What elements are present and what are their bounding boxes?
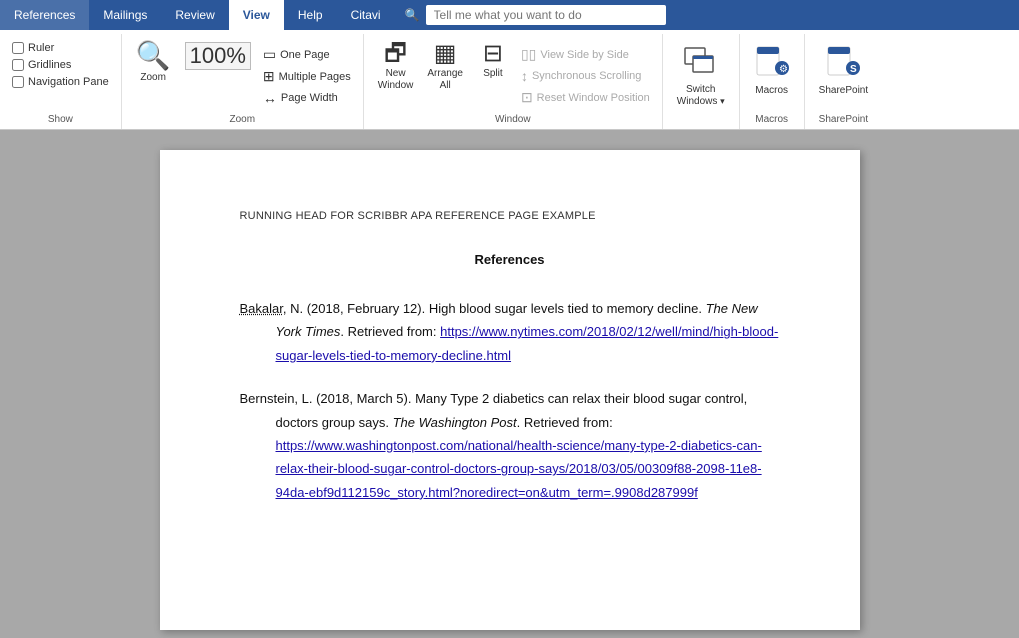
show-group-label: Show xyxy=(48,110,73,125)
page-view-buttons: ▭ One Page ⊞ Multiple Pages ↔ Page Width xyxy=(259,42,355,110)
tab-view[interactable]: View xyxy=(229,0,284,30)
sharepoint-button[interactable]: S SharePoint xyxy=(813,38,874,101)
doc-title: References xyxy=(240,252,780,267)
window-group-label: Window xyxy=(495,110,531,125)
para-bakalar: Bakalar, N. (2018, February 12). High bl… xyxy=(240,297,780,367)
nav-pane-check[interactable] xyxy=(12,76,24,88)
tab-help[interactable]: Help xyxy=(284,0,337,30)
tab-mailings[interactable]: Mailings xyxy=(89,0,161,30)
ribbon: Ruler Gridlines Navigation Pane Show 🔍 Z… xyxy=(0,30,1019,130)
group-window: 🗗 NewWindow ▦ ArrangeAll ⊟ Split ▯▯ View… xyxy=(364,34,663,129)
svg-text:S: S xyxy=(850,64,857,75)
bernstein-text1: Bernstein, L. (2018, March 5). Many Type… xyxy=(240,391,748,429)
sync-scrolling-button[interactable]: ↕ Synchronous Scrolling xyxy=(517,66,654,86)
nav-pane-checkbox[interactable]: Navigation Pane xyxy=(8,74,113,90)
group-macros: ⚙ Macros Macros xyxy=(740,34,805,129)
split-button[interactable]: ⊟ Split xyxy=(471,38,515,84)
macros-group-label: Macros xyxy=(755,110,788,125)
window-small-buttons: ▯▯ View Side by Side ↕ Synchronous Scrol… xyxy=(517,42,654,110)
svg-text:⚙: ⚙ xyxy=(779,64,788,75)
page-width-button[interactable]: ↔ Page Width xyxy=(259,88,342,108)
tab-citavi[interactable]: Citavi xyxy=(337,0,395,30)
zoom-group-label: Zoom xyxy=(229,110,255,125)
ruler-check[interactable] xyxy=(12,42,24,54)
zoom-button[interactable]: 🔍 Zoom xyxy=(130,38,177,88)
group-sharepoint: S SharePoint SharePoint xyxy=(805,34,882,129)
bakalar-name: Bakalar xyxy=(240,301,283,316)
arrange-all-icon: ▦ xyxy=(434,42,457,66)
window-buttons-row: 🗗 NewWindow ▦ ArrangeAll ⊟ Split ▯▯ View… xyxy=(372,38,654,110)
show-checkboxes: Ruler Gridlines Navigation Pane xyxy=(8,38,113,92)
switch-windows-icon xyxy=(683,42,719,82)
page-width-icon: ↔ xyxy=(263,90,277,106)
new-window-icon: 🗗 xyxy=(384,42,407,66)
search-input[interactable] xyxy=(426,5,666,25)
one-page-icon: ▭ xyxy=(263,46,276,63)
group-show: Ruler Gridlines Navigation Pane Show xyxy=(0,34,122,129)
new-window-button[interactable]: 🗗 NewWindow xyxy=(372,38,420,96)
bernstein-link[interactable]: https://www.washingtonpost.com/national/… xyxy=(276,438,762,500)
group-zoom: 🔍 Zoom 100% ▭ One Page ⊞ Multiple Pages … xyxy=(122,34,364,129)
sharepoint-group-label: SharePoint xyxy=(819,110,868,125)
doc-running-head: RUNNING HEAD FOR SCRIBBR APA REFERENCE P… xyxy=(240,210,780,222)
sharepoint-icon: S xyxy=(825,42,861,83)
macros-button[interactable]: ⚙ Macros xyxy=(748,38,796,101)
reset-window-icon: ⊡ xyxy=(521,89,533,106)
tab-references[interactable]: References xyxy=(0,0,89,30)
ribbon-tab-bar: References Mailings Review View Help Cit… xyxy=(0,0,1019,30)
100percent-icon: 100% xyxy=(185,42,251,70)
multiple-pages-icon: ⊞ xyxy=(263,68,275,85)
one-page-button[interactable]: ▭ One Page xyxy=(259,44,334,65)
doc-body: Bakalar, N. (2018, February 12). High bl… xyxy=(240,297,780,504)
gridlines-check[interactable] xyxy=(12,59,24,71)
switch-windows-button[interactable]: SwitchWindows ▾ xyxy=(671,38,731,112)
tab-review[interactable]: Review xyxy=(161,0,228,30)
document-page: RUNNING HEAD FOR SCRIBBR APA REFERENCE P… xyxy=(160,150,860,630)
reset-window-button[interactable]: ⊡ Reset Window Position xyxy=(517,87,654,108)
group-switch-windows: SwitchWindows ▾ xyxy=(663,34,740,129)
view-side-by-side-button[interactable]: ▯▯ View Side by Side xyxy=(517,44,654,65)
ruler-checkbox[interactable]: Ruler xyxy=(8,40,113,56)
para-bernstein: Bernstein, L. (2018, March 5). Many Type… xyxy=(240,387,780,504)
macros-icon: ⚙ xyxy=(754,42,790,83)
gridlines-checkbox[interactable]: Gridlines xyxy=(8,57,113,73)
search-bar: 🔍 xyxy=(395,0,1019,30)
split-icon: ⊟ xyxy=(483,42,503,66)
arrange-all-button[interactable]: ▦ ArrangeAll xyxy=(421,38,469,96)
bernstein-journal: The Washington Post xyxy=(393,415,517,430)
search-icon: 🔍 xyxy=(405,8,420,22)
zoom-icon: 🔍 xyxy=(136,42,171,70)
document-area: RUNNING HEAD FOR SCRIBBR APA REFERENCE P… xyxy=(0,130,1019,638)
100percent-button[interactable]: 100% xyxy=(179,38,257,88)
multiple-pages-button[interactable]: ⊞ Multiple Pages xyxy=(259,66,355,87)
view-side-icon: ▯▯ xyxy=(521,46,536,63)
sync-scrolling-icon: ↕ xyxy=(521,68,528,84)
zoom-buttons: 🔍 Zoom 100% ▭ One Page ⊞ Multiple Pages … xyxy=(130,38,355,110)
